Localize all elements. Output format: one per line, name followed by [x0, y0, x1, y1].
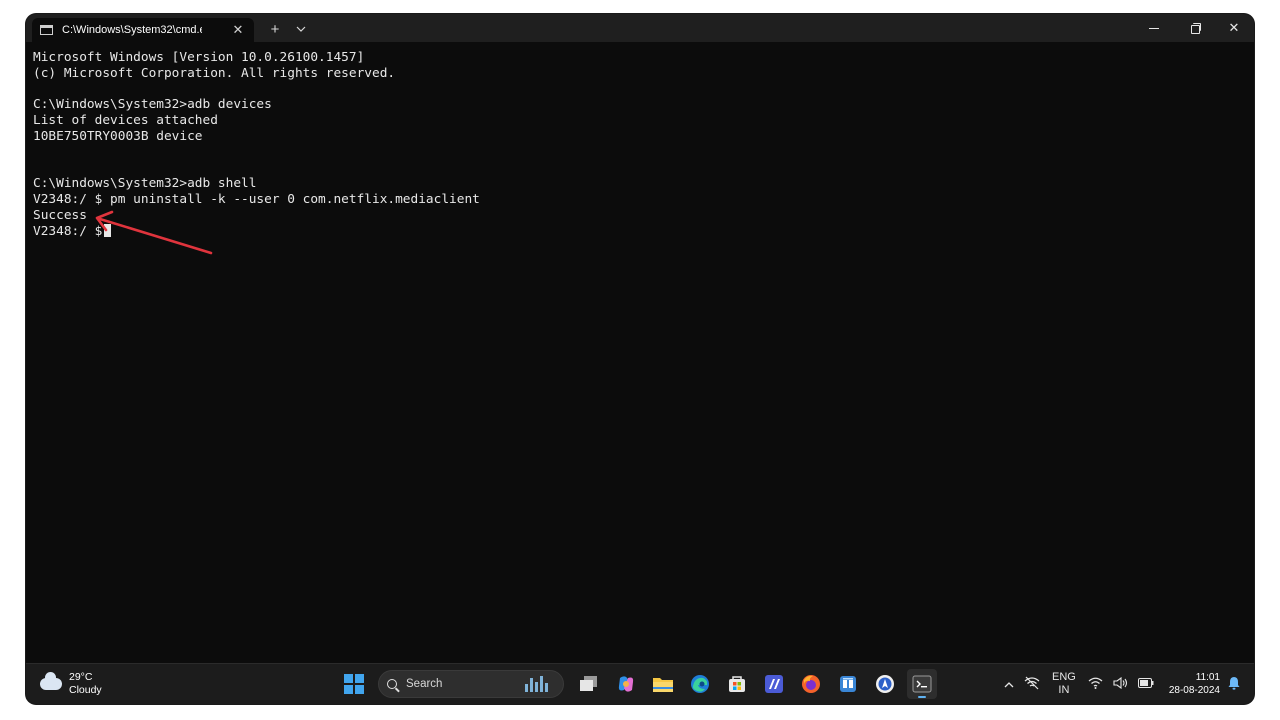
chevron-up-icon[interactable] [1004, 677, 1014, 691]
file-explorer-button[interactable] [648, 669, 678, 699]
prompt-text: V2348:/ $ [33, 223, 103, 239]
terminal-line: (c) Microsoft Corporation. All rights re… [33, 65, 396, 81]
firefox-button[interactable] [796, 669, 826, 699]
app-icon [764, 675, 783, 693]
app-button-calendar[interactable] [833, 669, 863, 699]
language-label: ENG [1052, 671, 1076, 683]
terminal-line: List of devices attached [33, 113, 218, 129]
start-button[interactable] [344, 674, 364, 694]
terminal-line: C:\Windows\System32>adb shell [33, 176, 257, 192]
edge-icon [690, 675, 709, 693]
clock[interactable]: 11:01 28-08-2024 [1169, 671, 1220, 697]
tab-close-icon[interactable]: ✕ [230, 22, 246, 38]
console-icon [40, 25, 53, 35]
weather-widget[interactable]: 29°C Cloudy [40, 671, 102, 697]
region-label: IN [1058, 684, 1070, 696]
search-label: Search [406, 678, 443, 690]
clock-time: 11:01 [1195, 672, 1220, 683]
microsoft-store-button[interactable] [722, 669, 752, 699]
close-button[interactable]: ✕ [1214, 14, 1254, 42]
tab-dropdown-button[interactable] [288, 16, 314, 42]
volume-icon[interactable] [1113, 676, 1128, 692]
language-indicator[interactable]: ENG IN [1052, 671, 1076, 697]
terminal-line: 10BE750TRY0003B device [33, 128, 203, 144]
terminal-line: C:\Windows\System32>adb devices [33, 97, 272, 113]
network-off-icon[interactable] [1024, 676, 1040, 693]
wifi-icon[interactable] [1088, 677, 1103, 692]
system-tray: ENG IN 11:01 28-08-2024 [999, 664, 1240, 704]
weather-temp: 29°C [69, 671, 93, 683]
compass-icon [875, 675, 894, 693]
clock-date: 28-08-2024 [1168, 685, 1220, 696]
title-bar: C:\Windows\System32\cmd.e ✕ + ✕ [26, 14, 1254, 42]
windows-logo-icon [344, 674, 353, 683]
weather-condition: Cloudy [69, 684, 102, 696]
search-highlight-icon [525, 676, 549, 692]
app-button-compass[interactable] [870, 669, 900, 699]
tab-cmd[interactable]: C:\Windows\System32\cmd.e ✕ [32, 18, 254, 42]
app-icon [839, 676, 856, 692]
edge-button[interactable] [685, 669, 715, 699]
store-icon [728, 676, 745, 692]
notification-bell-icon[interactable] [1228, 676, 1240, 693]
chevron-down-icon [296, 26, 306, 32]
battery-icon[interactable] [1137, 677, 1154, 691]
taskbar-apps: Search [344, 669, 940, 699]
task-view-button[interactable] [574, 669, 604, 699]
minimize-button[interactable] [1134, 14, 1174, 42]
search-box[interactable]: Search [378, 670, 564, 698]
folder-icon [652, 678, 673, 692]
taskbar: 29°C Cloudy Search ENG IN 11:01 28-08-20… [26, 663, 1254, 704]
copilot-button[interactable] [611, 669, 641, 699]
firefox-icon [801, 675, 820, 693]
search-icon [387, 679, 397, 689]
terminal-window: C:\Windows\System32\cmd.e ✕ + ✕ Microsof… [26, 14, 1254, 704]
success-line: Success [33, 207, 87, 223]
terminal-line: V2348:/ $ pm uninstall -k --user 0 com.n… [33, 192, 480, 208]
terminal-line: Microsoft Windows [Version 10.0.26100.14… [33, 50, 365, 65]
terminal-output[interactable]: Microsoft Windows [Version 10.0.26100.14… [26, 42, 1254, 663]
terminal-icon [912, 675, 931, 693]
tab-title: C:\Windows\System32\cmd.e [62, 24, 202, 36]
copilot-icon [618, 676, 633, 692]
task-view-icon [579, 676, 597, 691]
app-button-blue[interactable] [759, 669, 789, 699]
restore-button[interactable] [1174, 14, 1214, 42]
text-cursor [104, 223, 112, 237]
cloud-icon [40, 672, 62, 690]
terminal-button[interactable] [906, 669, 937, 699]
new-tab-button[interactable]: + [262, 16, 288, 42]
window-controls: ✕ [1134, 14, 1254, 42]
prompt-line: V2348:/ $ [33, 223, 1254, 240]
